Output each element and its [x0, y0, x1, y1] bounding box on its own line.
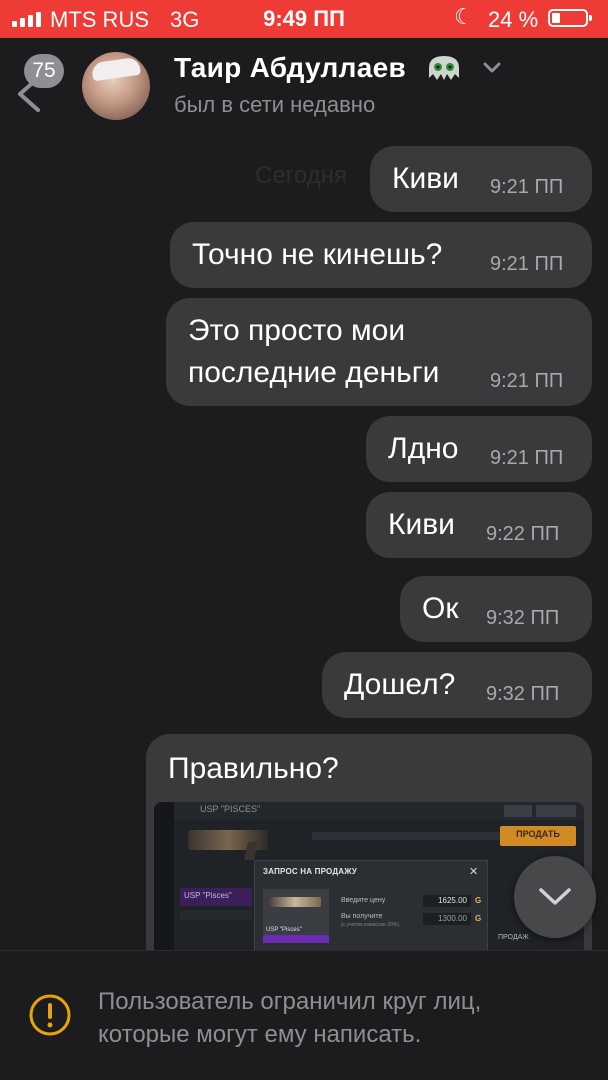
- message-text: Ок: [422, 592, 459, 625]
- message-time: 9:21 ПП: [490, 253, 564, 275]
- receive-note: (с учетом комиссии 20%): [341, 922, 400, 928]
- warning-icon: [29, 994, 71, 1036]
- scroll-to-bottom-button[interactable]: [514, 856, 596, 938]
- sell-button-label: ПРОДАТЬ: [516, 829, 560, 839]
- message-time: 9:32 ПП: [486, 683, 560, 705]
- message-time: 9:21 ПП: [490, 447, 564, 469]
- message-text: Киви: [392, 162, 459, 195]
- message-time: 9:32 ПП: [486, 607, 560, 629]
- unread-count-badge[interactable]: 75: [24, 54, 64, 88]
- do-not-disturb-moon-icon: ☾: [454, 4, 474, 29]
- modal-title: ЗАПРОС НА ПРОДАЖУ: [263, 867, 358, 876]
- message-text: Точно не кинешь?: [192, 238, 443, 271]
- selected-item-label: USP "Pisces": [184, 891, 232, 900]
- game-sidebar: [154, 802, 174, 974]
- date-separator: Сегодня: [255, 162, 347, 189]
- close-icon: ✕: [469, 866, 479, 878]
- item-title: USP "PISCES": [200, 804, 261, 814]
- message-text: Дошел?: [344, 668, 456, 701]
- message-bubble[interactable]: Ок 9:32 ПП: [400, 576, 592, 642]
- message-bubble[interactable]: Точно не кинешь? 9:21 ПП: [170, 222, 592, 288]
- sell-label: ПРОДАЖ: [498, 934, 529, 941]
- message-bubble[interactable]: Лдно 9:21 ПП: [366, 416, 592, 482]
- message-bubble[interactable]: Киви 9:21 ПП: [370, 146, 592, 212]
- battery-icon: [548, 9, 592, 27]
- last-seen-status: был в сети недавно: [174, 92, 376, 117]
- chevron-down-icon[interactable]: [482, 60, 502, 76]
- message-text: Правильно?: [168, 752, 339, 785]
- message-time: 9:22 ПП: [486, 523, 560, 545]
- game-topbar: USP "PISCES": [174, 802, 584, 820]
- message-text-line: последние деньги: [188, 356, 440, 389]
- contact-avatar[interactable]: [82, 52, 150, 120]
- pistol-image: [188, 830, 268, 860]
- selected-item-row: USP "Pisces": [180, 888, 252, 906]
- price-label: Введите цену: [341, 897, 386, 904]
- item-card-label: USP "Pisces": [266, 927, 302, 933]
- item-card: USP "Pisces": [263, 889, 329, 943]
- gold-currency-icon: G: [475, 896, 482, 905]
- message-bubble[interactable]: Дошел? 9:32 ПП: [322, 652, 592, 718]
- alien-monster-emoji-icon: [429, 56, 459, 80]
- chevron-down-icon: [539, 888, 571, 905]
- restriction-notice: Пользователь ограничил круг лиц, которые…: [0, 950, 608, 1080]
- message-text-line: Это просто мои: [188, 314, 406, 347]
- message-bubble[interactable]: Это просто мои последние деньги 9:21 ПП: [166, 298, 592, 406]
- restriction-text: Пользователь ограничил круг лиц, которые…: [98, 988, 482, 1048]
- message-text: Лдно: [388, 432, 459, 465]
- chat-screen: MTS RUS 3G 9:49 ПП ☾ 24 % 75 Таир Абдулл…: [0, 0, 608, 1080]
- message-time: 9:21 ПП: [490, 370, 564, 392]
- receive-value: 1300.00: [423, 913, 471, 925]
- message-text: Киви: [388, 508, 455, 541]
- chat-header: 75 Таир Абдуллаев был в сети недавно: [0, 38, 608, 134]
- battery-percent: 24 %: [488, 7, 539, 32]
- receive-label: Вы получите: [341, 913, 383, 920]
- message-time: 9:21 ПП: [490, 176, 564, 198]
- contact-name[interactable]: Таир Абдуллаев: [174, 52, 406, 84]
- pistol-thumbnail: [269, 897, 321, 907]
- gold-currency-icon: G: [475, 914, 482, 923]
- image-message-bubble[interactable]: Правильно? USP "PISCES" ПРОДАТЬ USP "Pis…: [146, 734, 592, 974]
- message-bubble[interactable]: Киви 9:22 ПП: [366, 492, 592, 558]
- price-input: 1625.00: [423, 895, 471, 907]
- status-bar: MTS RUS 3G 9:49 ПП ☾ 24 %: [0, 0, 608, 38]
